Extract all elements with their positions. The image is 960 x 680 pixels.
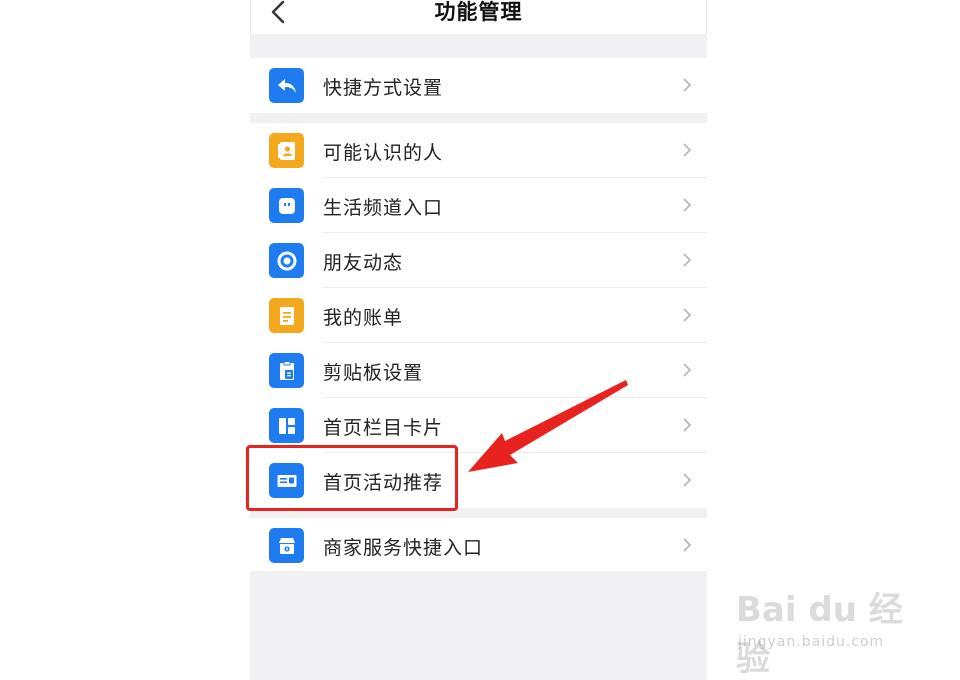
list-item-people-you-may-know[interactable]: 可能认识的人 [250,123,707,178]
chevron-right-icon [683,198,692,212]
chat-bubble-icon [269,188,304,223]
chevron-right-icon [683,538,692,552]
clipboard-icon [269,353,304,388]
list-item-label: 生活频道入口 [323,197,444,219]
section-gap [250,34,707,58]
chevron-right-icon [683,143,692,157]
list-item-label: 首页栏目卡片 [323,417,444,439]
list-item-label: 商家服务快捷入口 [323,537,484,559]
ring-icon [269,243,304,278]
list-item-label: 朋友动态 [323,252,404,274]
empty-background [250,571,707,680]
chevron-right-icon [683,473,692,487]
contact-card-icon [269,133,304,168]
chevron-right-icon [683,418,692,432]
chevron-right-icon [683,253,692,267]
list-item-life-channel-entry[interactable]: 生活频道入口 [250,178,707,233]
chevron-right-icon [683,78,692,92]
nav-header: 功能管理 [250,0,707,34]
bill-icon [269,298,304,333]
baidu-jingyan-watermark: Bai du 经验 jingyan.baidu.com [736,582,936,679]
red-arrow-annotation [468,380,628,472]
list-item-friends-feed[interactable]: 朋友动态 [250,233,707,288]
list-item-merchant-service-entry[interactable]: 商家服务快捷入口 [250,518,707,573]
section-gap [250,113,707,123]
watermark-url: jingyan.baidu.com [738,634,885,650]
layout-grid-icon [269,408,304,443]
watermark-brand: Bai du 经验 [736,590,903,679]
settings-group-3: 商家服务快捷入口 [250,518,707,573]
phone-screen: 功能管理 快捷方式设置 可能认识的人 生活频道入口 朋友动态 我的账单 剪贴板设… [250,0,707,680]
list-item-label: 快捷方式设置 [323,77,444,99]
highlight-box [246,445,458,511]
chevron-right-icon [683,363,692,377]
list-item-label: 剪贴板设置 [323,362,424,384]
page-title: 功能管理 [434,0,523,24]
settings-group-1: 快捷方式设置 [250,58,707,113]
list-item-shortcut-settings[interactable]: 快捷方式设置 [250,58,707,113]
list-item-label: 可能认识的人 [323,142,444,164]
store-icon [269,528,304,563]
list-item-my-bill[interactable]: 我的账单 [250,288,707,343]
reply-arrow-icon [269,68,304,103]
list-item-label: 我的账单 [323,307,404,329]
chevron-right-icon [683,308,692,322]
